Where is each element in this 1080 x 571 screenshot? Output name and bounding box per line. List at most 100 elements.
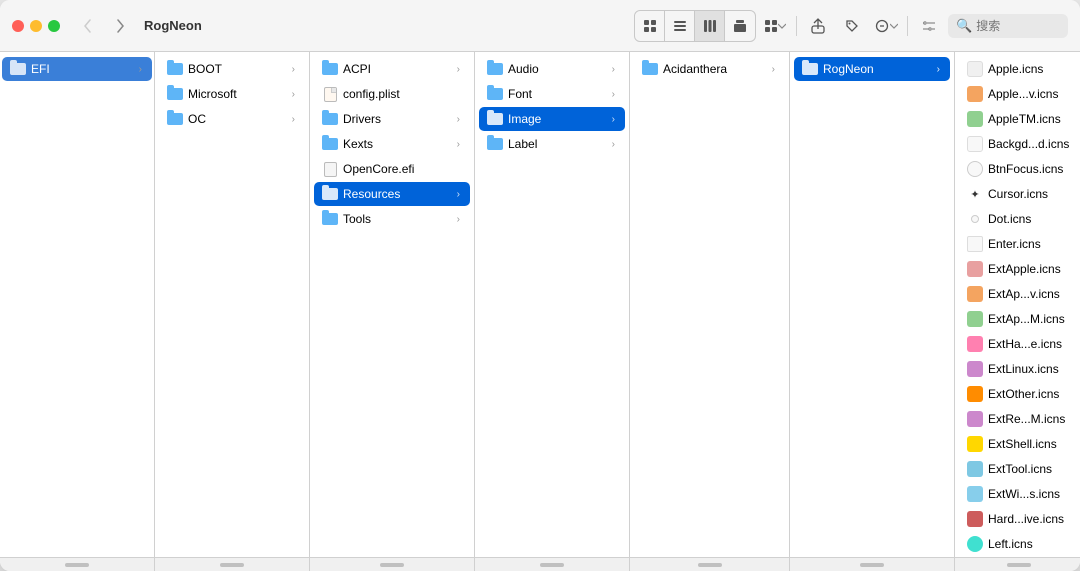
list-item[interactable]: Tools › — [314, 207, 470, 231]
icns-icon — [967, 311, 983, 327]
list-item[interactable]: ExtWi...s.icns — [959, 482, 1079, 506]
list-item[interactable]: Left.icns — [959, 532, 1079, 556]
list-item[interactable]: ExtTool.icns — [959, 457, 1079, 481]
list-item[interactable]: ExtAp...v.icns — [959, 282, 1079, 306]
icon-view-button[interactable] — [635, 11, 665, 41]
item-label: config.plist — [343, 87, 460, 101]
list-item[interactable]: ExtApple.icns — [959, 257, 1079, 281]
titlebar: RogNeon — [0, 0, 1080, 52]
maximize-button[interactable] — [48, 20, 60, 32]
col2-items: BOOT › Microsoft › OC › — [155, 52, 309, 557]
item-label: Left.icns — [988, 537, 1069, 551]
col6-items: RogNeon › — [790, 52, 954, 557]
columns-area: EFI › BOOT › Microsoft › — [0, 52, 1080, 571]
list-item[interactable]: ✦ Cursor.icns — [959, 182, 1079, 206]
search-input[interactable] — [976, 19, 1056, 33]
list-item[interactable]: Image › — [479, 107, 625, 131]
close-button[interactable] — [12, 20, 24, 32]
item-arrow: › — [292, 64, 295, 75]
list-item[interactable]: ExtShell.icns — [959, 432, 1079, 456]
list-item[interactable]: ExtLinux.icns — [959, 357, 1079, 381]
icns-icon — [967, 486, 983, 502]
toolbar-icons: 🔍 — [634, 10, 1068, 42]
col5-bottom-bar — [630, 557, 789, 571]
item-arrow: › — [457, 214, 460, 225]
minimize-button[interactable] — [30, 20, 42, 32]
column-7: Apple.icns Apple...v.icns AppleTM.icns — [955, 52, 1080, 571]
item-label: Resources — [343, 187, 452, 201]
list-item[interactable]: Enter.icns — [959, 232, 1079, 256]
list-item[interactable]: Kexts › — [314, 132, 470, 156]
search-box[interactable]: 🔍 — [948, 14, 1068, 38]
list-item[interactable]: ExtAp...M.icns — [959, 307, 1079, 331]
traffic-lights — [12, 20, 60, 32]
item-label: RogNeon — [823, 62, 932, 76]
item-label: ExtAp...M.icns — [988, 312, 1069, 326]
column-view-button[interactable] — [695, 11, 725, 41]
list-item[interactable]: Dot.icns — [959, 207, 1079, 231]
list-view-button[interactable] — [665, 11, 695, 41]
icns-icon — [967, 411, 983, 427]
folder-icon — [322, 111, 338, 127]
finder-window: RogNeon — [0, 0, 1080, 571]
share-button[interactable] — [803, 11, 833, 41]
list-item[interactable]: OC › — [159, 107, 305, 131]
list-item[interactable]: Label › — [479, 132, 625, 156]
list-item[interactable]: Hard...ive.icns — [959, 507, 1079, 531]
more-button[interactable] — [871, 11, 901, 41]
list-item[interactable]: BOOT › — [159, 57, 305, 81]
list-item[interactable]: Apple.icns — [959, 57, 1079, 81]
list-item[interactable]: ACPI › — [314, 57, 470, 81]
list-item[interactable]: Drivers › — [314, 107, 470, 131]
item-label: ACPI — [343, 62, 452, 76]
item-arrow: › — [457, 64, 460, 75]
window-title: RogNeon — [144, 18, 202, 33]
tag-button[interactable] — [837, 11, 867, 41]
list-item[interactable]: ExtHa...e.icns — [959, 332, 1079, 356]
list-item[interactable]: RogNeon › — [794, 57, 950, 81]
item-label: Hard...ive.icns — [988, 512, 1069, 526]
list-item[interactable]: config.plist — [314, 82, 470, 106]
list-item[interactable]: ExtOther.icns — [959, 382, 1079, 406]
list-item[interactable]: Microsoft › — [159, 82, 305, 106]
scroll-nub — [220, 563, 244, 567]
list-item[interactable]: Backgd...d.icns — [959, 132, 1079, 156]
item-label: OpenCore.efi — [343, 162, 460, 176]
folder-icon — [487, 86, 503, 102]
folder-icon — [322, 61, 338, 77]
list-item[interactable]: Apple...v.icns — [959, 82, 1079, 106]
list-item[interactable]: ExtRe...M.icns — [959, 407, 1079, 431]
list-item[interactable]: Font › — [479, 82, 625, 106]
item-label: OC — [188, 112, 287, 126]
folder-icon — [167, 111, 183, 127]
scroll-nub — [65, 563, 89, 567]
forward-button[interactable] — [108, 14, 132, 38]
item-label: AppleTM.icns — [988, 112, 1069, 126]
list-item[interactable]: OpenCore.efi — [314, 157, 470, 181]
gallery-view-button[interactable] — [725, 11, 755, 41]
folder-icon — [487, 61, 503, 77]
column-3: ACPI › config.plist Drivers › — [310, 52, 475, 571]
list-item[interactable]: Resources › — [314, 182, 470, 206]
item-label: Enter.icns — [988, 237, 1069, 251]
col4-bottom-bar — [475, 557, 629, 571]
item-label: Cursor.icns — [988, 187, 1069, 201]
list-item[interactable]: BtnFocus.icns — [959, 157, 1079, 181]
list-item[interactable]: Audio › — [479, 57, 625, 81]
item-label: ExtLinux.icns — [988, 362, 1069, 376]
list-item[interactable]: Acidanthera › — [634, 57, 785, 81]
item-label: Tools — [343, 212, 452, 226]
scroll-nub — [698, 563, 722, 567]
group-button[interactable] — [760, 11, 790, 41]
item-label: Kexts — [343, 137, 452, 151]
folder-icon — [167, 61, 183, 77]
list-item[interactable]: AppleTM.icns — [959, 107, 1079, 131]
folder-icon — [802, 61, 818, 77]
item-label: Audio — [508, 62, 607, 76]
options-button[interactable] — [914, 11, 944, 41]
item-label: Apple...v.icns — [988, 87, 1069, 101]
list-item[interactable]: EFI › — [2, 57, 152, 81]
col7-bottom-bar — [955, 557, 1080, 571]
scroll-nub — [380, 563, 404, 567]
back-button[interactable] — [76, 14, 100, 38]
